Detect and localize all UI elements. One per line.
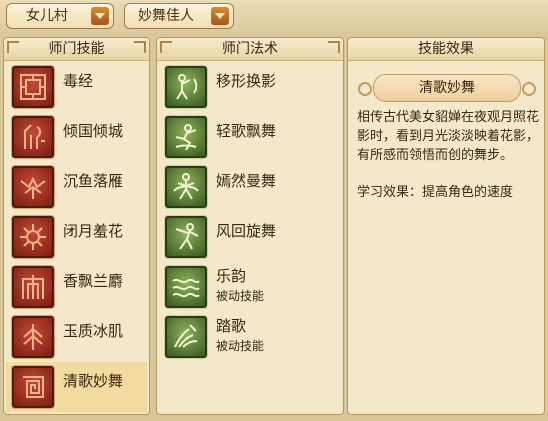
- spell-row-feng-hui-xuan-wu[interactable]: 风回旋舞: [159, 212, 339, 262]
- maze-seal-icon: [12, 66, 54, 108]
- skill-row-bi-yue-xiu-hua[interactable]: 闭月羞花: [6, 212, 147, 262]
- school-skills-panel: 师门技能 毒经 倾国倾城 沉鱼落雁 闭月羞花 香飘兰麝 玉质冰肌 清歌妙舞: [3, 37, 150, 415]
- dance-step-icon: [165, 316, 207, 358]
- spell-name: 轻歌飘舞: [216, 122, 277, 140]
- skill-row-qing-ge-miao-wu[interactable]: 清歌妙舞: [6, 362, 147, 412]
- spell-row-ta-ge[interactable]: 踏歌 被动技能: [159, 312, 339, 362]
- wind-dancer-icon: [165, 216, 207, 258]
- skill-row-qing-guo-qing-cheng[interactable]: 倾国倾城: [6, 112, 147, 162]
- skill-row-xiang-piao-lan-she[interactable]: 香飘兰麝: [6, 262, 147, 312]
- passive-skill-label: 被动技能: [216, 339, 265, 353]
- skill-name: 清歌妙舞: [63, 372, 124, 390]
- spell-name: 移形换影: [216, 72, 277, 90]
- spell-name: 风回旋舞: [216, 222, 277, 240]
- skill-row-chen-yu-luo-yan[interactable]: 沉鱼落雁: [6, 162, 147, 212]
- corner-ornament-icon: [160, 41, 172, 53]
- corner-ornament-icon: [328, 41, 340, 53]
- school-skills-header: 师门技能: [4, 38, 149, 61]
- skill-name: 毒经: [63, 72, 94, 90]
- spell-row-yue-yun[interactable]: 乐韵 被动技能: [159, 262, 339, 312]
- skill-description: 相传古代美女貂婵在夜观月照花影时，看到月光淡淡映着花影，有所感而领悟而创的舞步。: [357, 110, 540, 163]
- spell-name: 乐韵: [216, 267, 247, 285]
- twirl-dancer-icon: [165, 166, 207, 208]
- school-dropdown-value: 女儿村: [26, 8, 68, 24]
- learn-effect-text: 学习效果：提高角色的速度: [357, 185, 514, 200]
- skill-name: 沉鱼落雁: [63, 172, 124, 190]
- figure-seal-icon: [12, 116, 54, 158]
- sun-seal-icon: [12, 216, 54, 258]
- skill-name: 玉质冰肌: [63, 322, 124, 340]
- chevron-down-icon[interactable]: [91, 7, 109, 25]
- corner-ornament-icon: [7, 41, 19, 53]
- school-spells-header: 师门法术: [157, 38, 343, 61]
- incense-seal-icon: [12, 266, 54, 308]
- spell-row-yan-ran-man-wu[interactable]: 嫣然曼舞: [159, 162, 339, 212]
- skill-name: 香飘兰麝: [63, 272, 124, 290]
- skill-row-du-jing[interactable]: 毒经: [6, 62, 147, 112]
- skill-name: 闭月羞花: [63, 222, 124, 240]
- flying-dancer-icon: [165, 116, 207, 158]
- spell-row-yi-xing-huan-ying[interactable]: 移形换影: [159, 62, 339, 112]
- spell-name: 踏歌: [216, 317, 247, 335]
- dancer-shadow-icon: [165, 66, 207, 108]
- skill-effect-header: 技能效果: [348, 38, 544, 61]
- bird-seal-icon: [12, 166, 54, 208]
- school-spells-panel: 师门法术 移形换影 轻歌飘舞 嫣然曼舞 风回旋舞 乐韵 被动技能 踏歌 被动技能: [156, 37, 344, 415]
- branch-dropdown[interactable]: 妙舞佳人: [124, 3, 234, 29]
- chevron-down-icon[interactable]: [211, 7, 229, 25]
- spell-name: 嫣然曼舞: [216, 172, 277, 190]
- spell-row-qing-ge-piao-wu[interactable]: 轻歌飘舞: [159, 112, 339, 162]
- passive-skill-label: 被动技能: [216, 289, 265, 303]
- skill-name: 倾国倾城: [63, 122, 124, 140]
- school-dropdown[interactable]: 女儿村: [6, 3, 114, 29]
- branch-dropdown-value: 妙舞佳人: [138, 8, 194, 24]
- feather-seal-icon: [12, 316, 54, 358]
- skill-effect-panel: 技能效果 清歌妙舞 相传古代美女貂婵在夜观月照花影时，看到月光淡淡映着花影，有所…: [347, 37, 545, 415]
- corner-ornament-icon: [134, 41, 146, 53]
- skill-row-yu-zhi-bing-ji[interactable]: 玉质冰肌: [6, 312, 147, 362]
- music-wave-icon: [165, 266, 207, 308]
- swirl-seal-icon: [12, 366, 54, 408]
- filter-bar: 女儿村 妙舞佳人: [0, 0, 548, 32]
- selected-skill-title: 清歌妙舞: [358, 74, 536, 102]
